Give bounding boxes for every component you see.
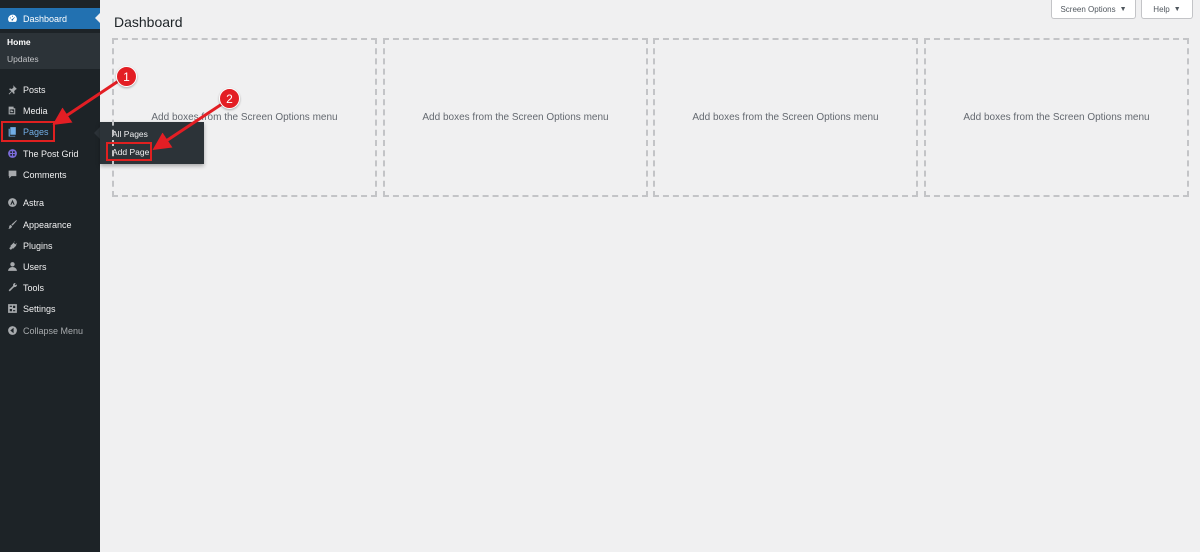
widget-placeholder-4: Add boxes from the Screen Options menu — [924, 38, 1189, 197]
placeholder-text: Add boxes from the Screen Options menu — [151, 112, 338, 123]
menu-dashboard[interactable]: Dashboard — [0, 8, 100, 29]
admin-sidebar: Dashboard Home Updates Posts Media Pages… — [0, 0, 101, 552]
menu-plugins-label: Plugins — [23, 240, 53, 251]
menu-collapse-label: Collapse Menu — [23, 325, 84, 336]
menu-post-grid[interactable]: The Post Grid — [0, 143, 100, 164]
menu-users[interactable]: Users — [0, 256, 100, 277]
menu-posts-label: Posts — [23, 84, 46, 95]
media-icon — [6, 105, 18, 117]
page-title: Dashboard — [114, 14, 183, 30]
help-label: Help — [1153, 4, 1170, 14]
highlight-add-page — [106, 142, 152, 161]
step-badge-2: 2 — [219, 88, 240, 109]
widget-placeholder-1: Add boxes from the Screen Options menu — [112, 38, 377, 197]
placeholder-text: Add boxes from the Screen Options menu — [422, 112, 609, 123]
caret-down-icon: ▼ — [1119, 5, 1127, 13]
menu-tools-label: Tools — [23, 282, 45, 293]
submenu-updates[interactable]: Updates — [7, 54, 39, 64]
placeholder-text: Add boxes from the Screen Options menu — [963, 112, 1150, 123]
submenu-home[interactable]: Home — [7, 37, 31, 47]
menu-plugins[interactable]: Plugins — [0, 235, 100, 256]
user-icon — [6, 261, 18, 273]
menu-post-grid-label: The Post Grid — [23, 148, 79, 159]
placeholder-text: Add boxes from the Screen Options menu — [692, 112, 879, 123]
wrench-icon — [6, 282, 18, 294]
widget-placeholder-3: Add boxes from the Screen Options menu — [653, 38, 918, 197]
pin-icon — [6, 84, 18, 96]
menu-users-label: Users — [23, 261, 47, 272]
collapse-icon — [6, 325, 18, 337]
settings-icon — [6, 303, 18, 315]
plug-icon — [6, 240, 18, 252]
menu-appearance-label: Appearance — [23, 219, 72, 230]
menu-appearance[interactable]: Appearance — [0, 214, 100, 235]
menu-astra-label: Astra — [23, 197, 45, 208]
menu-collapse[interactable]: Collapse Menu — [0, 320, 100, 341]
menu-media[interactable]: Media — [0, 100, 100, 121]
post-grid-icon — [6, 148, 18, 160]
menu-dashboard-label: Dashboard — [23, 13, 68, 24]
comment-icon — [6, 169, 18, 181]
menu-comments-label: Comments — [23, 169, 67, 180]
astra-icon — [6, 197, 18, 209]
menu-comments[interactable]: Comments — [0, 164, 100, 185]
screen-options-button[interactable]: Screen Options ▼ — [1051, 0, 1136, 19]
menu-tools[interactable]: Tools — [0, 277, 100, 298]
menu-posts[interactable]: Posts — [0, 79, 100, 100]
menu-astra[interactable]: Astra — [0, 192, 100, 213]
screen-options-label: Screen Options — [1060, 4, 1116, 14]
current-menu-arrow — [95, 12, 101, 24]
dashboard-icon — [6, 13, 18, 25]
brush-icon — [6, 219, 18, 231]
menu-settings-label: Settings — [23, 303, 56, 314]
help-button[interactable]: Help ▼ — [1141, 0, 1193, 19]
widget-placeholder-2: Add boxes from the Screen Options menu — [383, 38, 648, 197]
highlight-pages — [1, 121, 55, 142]
menu-media-label: Media — [23, 105, 48, 116]
step-badge-1: 1 — [116, 66, 137, 87]
menu-settings[interactable]: Settings — [0, 298, 100, 319]
caret-down-icon: ▼ — [1173, 5, 1181, 13]
